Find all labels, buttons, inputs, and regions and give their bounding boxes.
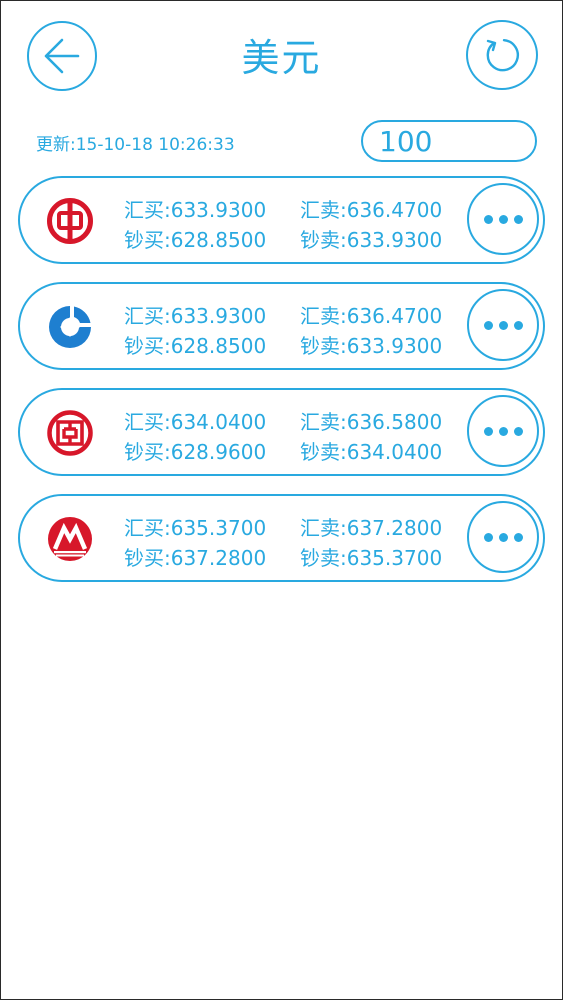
rate-transfer-buy: 汇买:633.9300	[124, 304, 267, 328]
rate-transfer-sell: 汇卖:636.4700	[300, 198, 443, 222]
icbc-logo	[47, 410, 93, 456]
amount-input[interactable]	[361, 120, 537, 162]
bank-card-boc: 汇买:633.9300 钞买:628.8500 汇卖:636.4700 钞卖:6…	[18, 176, 545, 264]
more-icon	[481, 320, 526, 330]
update-timestamp: 更新:15-10-18 10:26:33	[36, 135, 235, 155]
bank-card-cmb: 汇买:635.3700 钞买:637.2800 汇卖:637.2800 钞卖:6…	[18, 494, 545, 582]
cmb-logo	[48, 517, 92, 561]
more-button[interactable]	[467, 395, 539, 467]
bank-card-icbc: 汇买:634.0400 钞买:628.9600 汇卖:636.5800 钞卖:6…	[18, 388, 545, 476]
rate-cash-sell: 钞卖:633.9300	[300, 228, 443, 252]
rate-transfer-buy: 汇买:635.3700	[124, 516, 267, 540]
rate-cash-buy: 钞买:637.2800	[124, 546, 267, 570]
more-icon	[481, 426, 526, 436]
more-icon	[481, 532, 526, 542]
more-button[interactable]	[467, 183, 539, 255]
rate-cash-buy: 钞买:628.8500	[124, 334, 267, 358]
rate-transfer-buy: 汇买:634.0400	[124, 410, 267, 434]
rate-cash-sell: 钞卖:635.3700	[300, 546, 443, 570]
rate-transfer-sell: 汇卖:636.5800	[300, 410, 443, 434]
bank-card-ccb: 汇买:633.9300 钞买:628.8500 汇卖:636.4700 钞卖:6…	[18, 282, 545, 370]
refresh-button[interactable]	[466, 20, 538, 90]
ccb-logo	[49, 306, 91, 348]
refresh-icon	[486, 39, 519, 72]
rate-transfer-sell: 汇卖:636.4700	[300, 304, 443, 328]
rate-cash-sell: 钞卖:633.9300	[300, 334, 443, 358]
header-bar: 美元	[0, 0, 563, 110]
more-icon	[481, 214, 526, 224]
more-button[interactable]	[467, 289, 539, 361]
rate-cash-buy: 钞买:628.8500	[124, 228, 267, 252]
more-button[interactable]	[467, 501, 539, 573]
bank-of-china-logo	[47, 198, 93, 244]
rate-cash-buy: 钞买:628.9600	[124, 440, 267, 464]
rate-transfer-buy: 汇买:633.9300	[124, 198, 267, 222]
rate-cash-sell: 钞卖:634.0400	[300, 440, 443, 464]
rate-transfer-sell: 汇卖:637.2800	[300, 516, 443, 540]
